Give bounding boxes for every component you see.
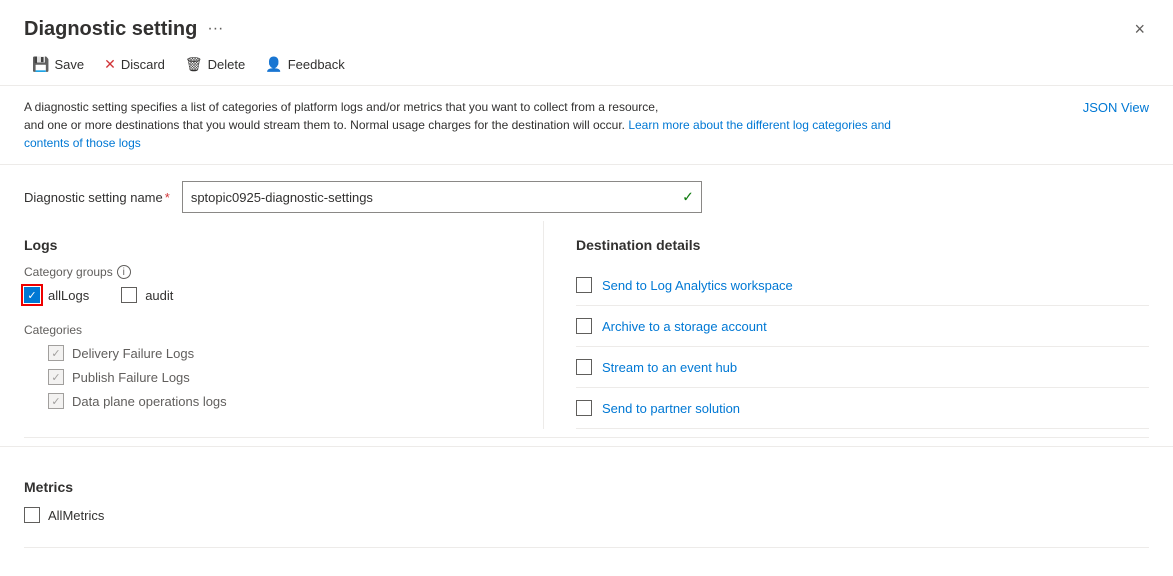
diagnostic-setting-panel: Diagnostic setting ··· × 💾 Save ✕ Discar…	[0, 0, 1173, 576]
publish-failure-checkbox[interactable]	[48, 369, 64, 385]
logs-section-title: Logs	[24, 237, 519, 253]
input-valid-icon: ✓	[682, 189, 694, 206]
info-text-line1: A diagnostic setting specifies a list of…	[24, 100, 658, 114]
save-icon: 💾	[32, 56, 49, 73]
destination-storage: Archive to a storage account	[576, 306, 1149, 347]
allLogs-checkbox[interactable]	[24, 287, 40, 303]
category-delivery-failure: Delivery Failure Logs	[24, 345, 519, 361]
discard-button[interactable]: ✕ Discard	[96, 52, 173, 77]
info-text: A diagnostic setting specifies a list of…	[24, 98, 924, 152]
main-content: Logs Category groups i allLogs audit Cat…	[0, 221, 1173, 429]
toolbar: 💾 Save ✕ Discard 🗑 Delete 👤 Feedback	[0, 42, 1173, 86]
info-circle-icon[interactable]: i	[117, 265, 131, 279]
feedback-button[interactable]: 👤 Feedback	[257, 52, 353, 77]
discard-label: Discard	[121, 57, 165, 72]
category-groups-row: allLogs audit	[24, 287, 519, 311]
learn-more-link[interactable]: Learn more about the different log categ…	[24, 118, 891, 150]
data-plane-checkbox[interactable]	[48, 393, 64, 409]
form-section: Diagnostic setting name* ✓	[0, 165, 1173, 221]
storage-label[interactable]: Archive to a storage account	[602, 319, 767, 334]
partner-label[interactable]: Send to partner solution	[602, 401, 740, 416]
destination-section-title: Destination details	[576, 237, 1149, 253]
destination-event-hub: Stream to an event hub	[576, 347, 1149, 388]
title-row: Diagnostic setting ···	[24, 18, 223, 41]
logs-panel: Logs Category groups i allLogs audit Cat…	[24, 221, 544, 429]
close-button[interactable]: ×	[1130, 16, 1149, 42]
log-analytics-label[interactable]: Send to Log Analytics workspace	[602, 278, 793, 293]
setting-name-input-wrapper: ✓	[182, 181, 702, 213]
category-publish-failure: Publish Failure Logs	[24, 369, 519, 385]
partner-checkbox[interactable]	[576, 400, 592, 416]
destination-partner: Send to partner solution	[576, 388, 1149, 429]
json-view-link[interactable]: JSON View	[1083, 98, 1149, 118]
allMetrics-label[interactable]: AllMetrics	[48, 508, 104, 523]
allLogs-label[interactable]: allLogs	[48, 288, 89, 303]
discard-icon: ✕	[104, 56, 116, 73]
metrics-section: Metrics AllMetrics	[0, 446, 1173, 547]
save-label: Save	[54, 57, 84, 72]
delivery-failure-checkbox[interactable]	[48, 345, 64, 361]
ellipsis-icon[interactable]: ···	[207, 20, 223, 38]
feedback-label: Feedback	[288, 57, 345, 72]
event-hub-checkbox[interactable]	[576, 359, 592, 375]
audit-row: audit	[121, 287, 173, 303]
allMetrics-row: AllMetrics	[24, 507, 1149, 523]
allLogs-row: allLogs	[24, 287, 89, 303]
panel-header: Diagnostic setting ··· ×	[0, 0, 1173, 42]
bottom-divider	[24, 547, 1149, 548]
publish-failure-label: Publish Failure Logs	[72, 370, 190, 385]
destination-panel: Destination details Send to Log Analytic…	[544, 221, 1149, 429]
delete-icon: 🗑	[185, 56, 203, 73]
panel-title: Diagnostic setting	[24, 18, 197, 41]
event-hub-label[interactable]: Stream to an event hub	[602, 360, 737, 375]
delete-button[interactable]: 🗑 Delete	[177, 52, 253, 77]
allMetrics-checkbox[interactable]	[24, 507, 40, 523]
info-text-line2: and one or more destinations that you wo…	[24, 118, 891, 150]
audit-label[interactable]: audit	[145, 288, 173, 303]
data-plane-label: Data plane operations logs	[72, 394, 227, 409]
categories-section: Categories Delivery Failure Logs Publish…	[24, 323, 519, 409]
delete-label: Delete	[208, 57, 246, 72]
delivery-failure-label: Delivery Failure Logs	[72, 346, 194, 361]
feedback-icon: 👤	[265, 56, 282, 73]
info-bar: A diagnostic setting specifies a list of…	[0, 86, 1173, 165]
save-button[interactable]: 💾 Save	[24, 52, 92, 77]
destination-log-analytics: Send to Log Analytics workspace	[576, 265, 1149, 306]
metrics-divider-area	[0, 437, 1173, 438]
category-groups-label: Category groups i	[24, 265, 519, 279]
category-data-plane: Data plane operations logs	[24, 393, 519, 409]
categories-label: Categories	[24, 323, 519, 337]
setting-name-input[interactable]	[182, 181, 702, 213]
storage-checkbox[interactable]	[576, 318, 592, 334]
audit-checkbox[interactable]	[121, 287, 137, 303]
setting-name-label: Diagnostic setting name*	[24, 190, 170, 205]
log-analytics-checkbox[interactable]	[576, 277, 592, 293]
metrics-title: Metrics	[24, 479, 1149, 495]
